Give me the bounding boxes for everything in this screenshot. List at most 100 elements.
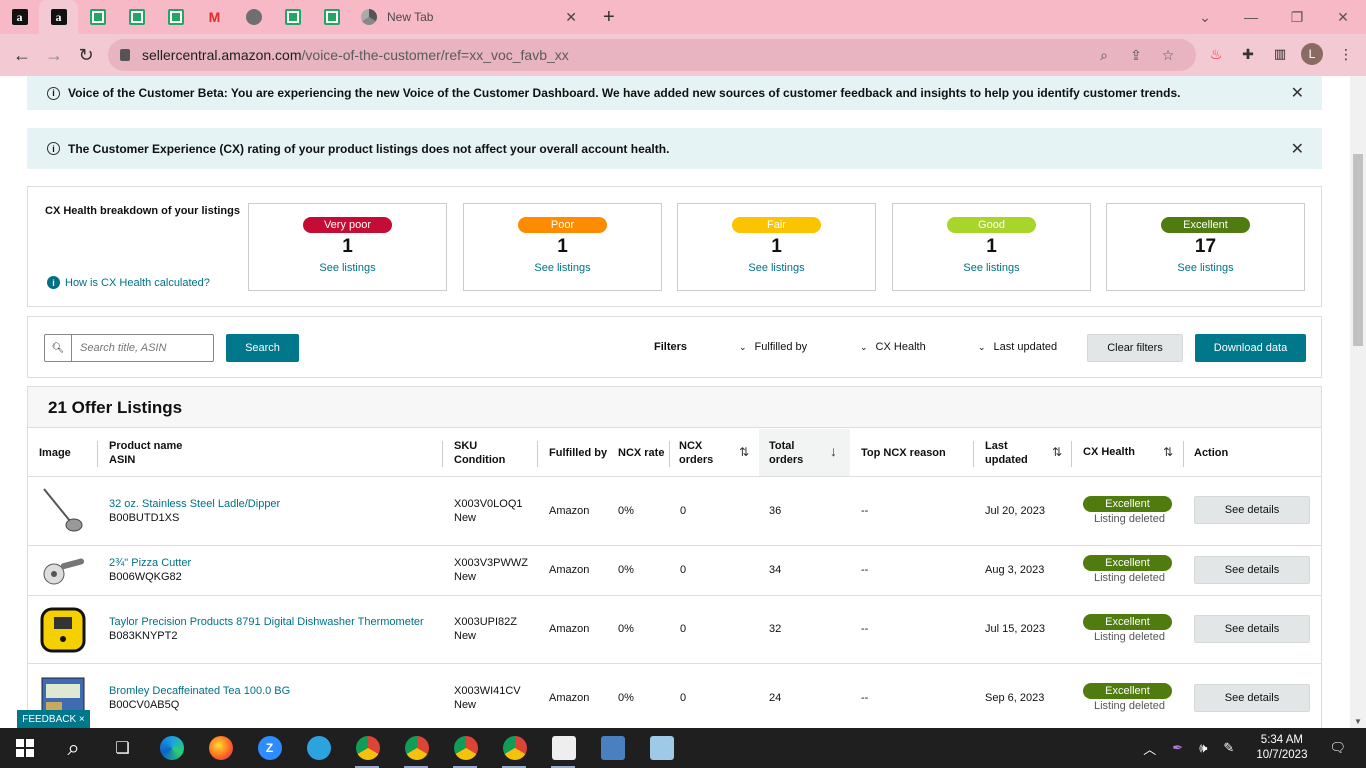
last-updated-dropdown[interactable]: ⌄ Last updated [978,341,1057,353]
header-last-updated[interactable]: Last updated [985,439,1028,467]
search-button[interactable]: Search [226,334,299,362]
tab-search-icon[interactable]: ⌄ [1182,9,1228,26]
zoom-app-icon[interactable]: Z [245,728,294,768]
product-asin: B00BUTD1XS [109,512,180,524]
see-details-button[interactable]: See details [1194,496,1310,524]
url-text[interactable]: sellercentral.amazon.com/voice-of-the-cu… [142,47,1088,63]
health-count: 1 [342,236,353,257]
see-listings-link[interactable]: See listings [464,262,661,274]
tab-sheets-1[interactable] [78,0,117,34]
chrome-profile-4-icon[interactable] [490,728,539,768]
cx-health-dropdown[interactable]: ⌄ CX Health [860,341,926,353]
see-details-button[interactable]: See details [1194,556,1310,584]
how-cx-health-link[interactable]: i How is CX Health calculated? [47,276,210,289]
search-icon[interactable]: ⌕ [49,728,98,768]
see-listings-link[interactable]: See listings [1107,262,1304,274]
clear-filters-button[interactable]: Clear filters [1087,334,1183,362]
see-details-button[interactable]: See details [1194,684,1310,712]
windows-start-icon[interactable] [0,728,49,768]
notepad-icon[interactable] [637,728,686,768]
profile-avatar[interactable]: L [1301,43,1323,65]
sort-descending-icon[interactable]: ↓ [830,443,837,459]
sort-toggle-icon[interactable]: ⇅ [1052,445,1062,459]
sku: X003WI41CV [454,685,521,697]
column-divider [1071,441,1072,467]
lock-icon[interactable] [120,49,130,61]
header-image: Image [39,447,71,459]
side-panel-icon[interactable]: ▥ [1268,42,1292,66]
tab-sheets-4[interactable] [273,0,312,34]
see-details-button[interactable]: See details [1194,615,1310,643]
search-input[interactable] [72,335,212,361]
see-listings-link[interactable]: See listings [249,262,446,274]
app-chart-icon[interactable] [539,728,588,768]
chrome-icon [361,9,377,25]
tab-amazon-active[interactable]: a [39,0,78,34]
header-sku: SKU Condition [454,439,505,467]
header-ncx-orders-line2: orders [679,454,714,466]
close-window-icon[interactable]: ✕ [1320,9,1366,26]
task-view-icon[interactable]: ❏ [98,728,147,768]
header-total-orders[interactable]: Total orders [769,439,803,467]
close-alert-icon[interactable]: ✕ [1291,139,1304,159]
restore-icon[interactable]: ❐ [1274,9,1320,26]
tab-sheets-2[interactable] [117,0,156,34]
sort-toggle-icon[interactable]: ⇅ [739,445,749,459]
scrollbar-thumb[interactable] [1353,154,1363,346]
zoom-icon[interactable]: ⌕ [1088,47,1120,64]
show-hidden-icons-icon[interactable]: ︿ [1143,739,1156,758]
extension-flame-icon[interactable]: ♨ [1204,42,1228,66]
header-cx-health[interactable]: CX Health [1083,445,1135,459]
product-name-link[interactable]: 2¾" Pizza Cutter [109,556,191,570]
firefox-icon[interactable] [196,728,245,768]
taskbar-clock[interactable]: 5:34 AM 10/7/2023 [1256,733,1307,763]
tab-gmail[interactable]: M [195,0,234,34]
feedback-button[interactable]: FEEDBACK × [17,710,90,728]
forward-icon[interactable]: → [38,45,70,66]
tab-sheets-5[interactable] [312,0,351,34]
download-data-button[interactable]: Download data [1195,334,1306,362]
volume-icon[interactable]: 🕪︎ [1199,740,1207,756]
back-icon[interactable]: ← [6,45,38,66]
health-count: 1 [557,236,568,257]
menu-kebab-icon[interactable]: ⋮ [1334,42,1358,66]
window-controls: ⌄ — ❐ ✕ [1182,0,1366,34]
tab-new-tab[interactable]: New Tab ✕ [351,0,587,34]
see-listings-link[interactable]: See listings [893,262,1090,274]
edge-icon[interactable] [147,728,196,768]
notifications-icon[interactable]: 🗨︎ [1329,740,1346,756]
tab-strip: a a M New Tab ✕ + ⌄ — ❐ ✕ [0,0,1366,34]
minimize-icon[interactable]: — [1228,9,1274,25]
fulfilled-by-dropdown[interactable]: ⌄ Fulfilled by [739,341,807,353]
share-icon[interactable]: ⇪ [1120,47,1152,64]
close-alert-icon[interactable]: ✕ [1291,83,1304,103]
product-name-link[interactable]: Bromley Decaffeinated Tea 100.0 BG [109,684,290,698]
page-scrollbar[interactable]: ▼ [1350,76,1366,728]
sort-toggle-icon[interactable]: ⇅ [1163,445,1173,459]
tab-amazon-1[interactable]: a [0,0,39,34]
product-name-link[interactable]: 32 oz. Stainless Steel Ladle/Dipper [109,497,280,511]
header-total-orders-line1: Total [769,440,795,452]
last-updated: Sep 6, 2023 [985,692,1045,704]
close-tab-icon[interactable]: ✕ [565,9,577,26]
address-bar[interactable]: sellercentral.amazon.com/voice-of-the-cu… [108,39,1196,71]
product-name-link[interactable]: Taylor Precision Products 8791 Digital D… [109,615,424,629]
header-ncx-orders[interactable]: NCX orders [679,439,713,467]
telegram-icon[interactable] [294,728,343,768]
how-cx-health-text[interactable]: How is CX Health calculated? [65,277,210,289]
tab-globe[interactable] [234,0,273,34]
bookmark-star-icon[interactable]: ☆ [1152,47,1184,64]
ncx-rate: 0% [618,692,634,704]
chrome-profile-2-icon[interactable] [392,728,441,768]
reload-icon[interactable]: ↻ [70,45,102,66]
tab-sheets-3[interactable] [156,0,195,34]
chrome-profile-3-icon[interactable] [441,728,490,768]
pen-ink-icon[interactable]: ✎ [1223,740,1234,756]
calculator-icon[interactable] [588,728,637,768]
chrome-profile-1-icon[interactable] [343,728,392,768]
extensions-puzzle-icon[interactable]: ✚ [1236,42,1260,66]
scroll-down-icon[interactable]: ▼ [1354,717,1362,726]
see-listings-link[interactable]: See listings [678,262,875,274]
new-tab-button[interactable]: + [603,6,615,29]
pen-app-icon[interactable]: ✒ [1172,740,1183,756]
